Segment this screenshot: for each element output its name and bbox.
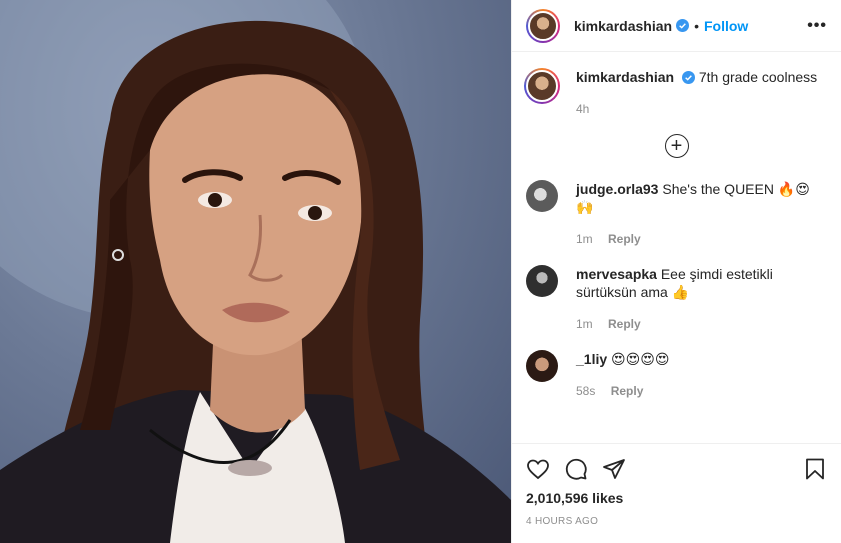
action-icons xyxy=(526,454,827,484)
caption-username[interactable]: kimkardashian xyxy=(576,69,674,85)
comment-text: 😍😍😍😍 xyxy=(611,351,670,367)
comment: mervesapka Eee şimdi estetikli sürtüksün… xyxy=(526,265,827,333)
caption-text: 7th grade coolness xyxy=(698,69,818,85)
post-side-panel: kimkardashian • Follow ••• kimkardashian xyxy=(511,0,841,543)
heart-icon[interactable] xyxy=(526,457,550,481)
instagram-post: kimkardashian • Follow ••• kimkardashian xyxy=(0,0,841,543)
comments-list[interactable]: kimkardashian 7th grade coolness 4h + ju… xyxy=(512,52,841,443)
post-actions: 2,010,596 likes 4 HOURS AGO xyxy=(512,443,841,543)
verified-icon xyxy=(681,71,695,84)
more-options-button[interactable]: ••• xyxy=(807,17,827,35)
comment-time[interactable]: 58s xyxy=(576,384,595,398)
comment-username[interactable]: _1liy xyxy=(576,351,607,367)
likes-count[interactable]: 2,010,596 likes xyxy=(526,490,827,506)
comment-username[interactable]: mervesapka xyxy=(576,266,657,282)
commenter-avatar[interactable] xyxy=(526,265,558,297)
caption-avatar[interactable] xyxy=(524,68,560,104)
save-icon[interactable] xyxy=(803,457,827,481)
comment-text-line: mervesapka Eee şimdi estetikli sürtüksün… xyxy=(576,265,827,301)
comment-time[interactable]: 1m xyxy=(576,232,593,246)
caption-meta: 4h xyxy=(576,100,817,118)
separator-dot: • xyxy=(694,17,699,34)
comment: _1liy 😍😍😍😍 58s Reply xyxy=(526,350,827,400)
caption-time[interactable]: 4h xyxy=(576,102,589,116)
comment-meta: 1m Reply xyxy=(576,315,827,333)
reply-button[interactable]: Reply xyxy=(611,384,644,398)
post-photo[interactable] xyxy=(0,0,511,543)
comment-text-line: _1liy 😍😍😍😍 xyxy=(576,350,669,368)
comment: judge.orla93 She's the QUEEN 🔥😍🙌 1m Repl… xyxy=(526,180,827,248)
comment-meta: 58s Reply xyxy=(576,382,669,400)
comment-username[interactable]: judge.orla93 xyxy=(576,181,658,197)
post-timestamp[interactable]: 4 HOURS AGO xyxy=(526,516,827,527)
comment-icon[interactable] xyxy=(564,457,588,481)
share-icon[interactable] xyxy=(602,457,626,481)
comment-text-line: judge.orla93 She's the QUEEN 🔥😍🙌 xyxy=(576,180,827,216)
load-more-comments: + xyxy=(526,134,827,158)
comment-time[interactable]: 1m xyxy=(576,317,593,331)
reply-button[interactable]: Reply xyxy=(608,232,641,246)
post-header: kimkardashian • Follow ••• xyxy=(512,0,841,52)
caption-text-line: kimkardashian 7th grade coolness xyxy=(576,68,817,86)
commenter-avatar[interactable] xyxy=(526,180,558,212)
reply-button[interactable]: Reply xyxy=(608,317,641,331)
portrait-illustration xyxy=(0,0,511,543)
commenter-avatar[interactable] xyxy=(526,350,558,382)
author-username[interactable]: kimkardashian xyxy=(574,18,672,34)
caption: kimkardashian 7th grade coolness 4h xyxy=(524,68,827,118)
comment-meta: 1m Reply xyxy=(576,230,827,248)
plus-circle-icon[interactable]: + xyxy=(664,134,689,158)
author-avatar[interactable] xyxy=(526,8,560,43)
follow-button[interactable]: Follow xyxy=(704,18,748,34)
verified-icon xyxy=(676,19,690,32)
